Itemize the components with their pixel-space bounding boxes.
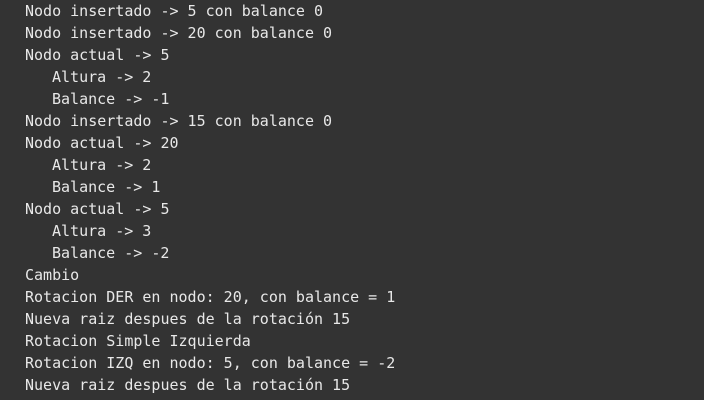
console-line: Nueva raiz despues de la rotación 15 — [25, 376, 351, 394]
console-line: Rotacion IZQ en nodo: 5, con balance = -… — [25, 354, 396, 372]
console-line: Altura -> 3 — [52, 222, 152, 240]
console-line: Nodo insertado -> 15 con balance 0 — [25, 112, 333, 130]
console-line: Nodo actual -> 5 — [25, 200, 170, 218]
console-line: Balance -> -2 — [52, 244, 170, 262]
console-line: Balance -> -1 — [52, 90, 170, 108]
console-line: Nodo actual -> 20 — [25, 134, 179, 152]
console-line: Balance -> 1 — [52, 178, 161, 196]
console-line: Altura -> 2 — [52, 156, 152, 174]
console-line: Rotacion Simple Izquierda — [25, 332, 251, 350]
console-output[interactable]: Nodo insertado -> 5 con balance 0 Nodo i… — [0, 0, 704, 400]
console-line: Altura -> 2 — [52, 68, 152, 86]
console-line: Nodo insertado -> 5 con balance 0 — [25, 2, 324, 20]
console-line: Nodo actual -> 5 — [25, 46, 170, 64]
console-line: Rotacion DER en nodo: 20, con balance = … — [25, 288, 396, 306]
console-line: Nodo insertado -> 20 con balance 0 — [25, 24, 333, 42]
console-line: Cambio — [25, 266, 80, 284]
console-line: Nueva raiz despues de la rotación 15 — [25, 310, 351, 328]
